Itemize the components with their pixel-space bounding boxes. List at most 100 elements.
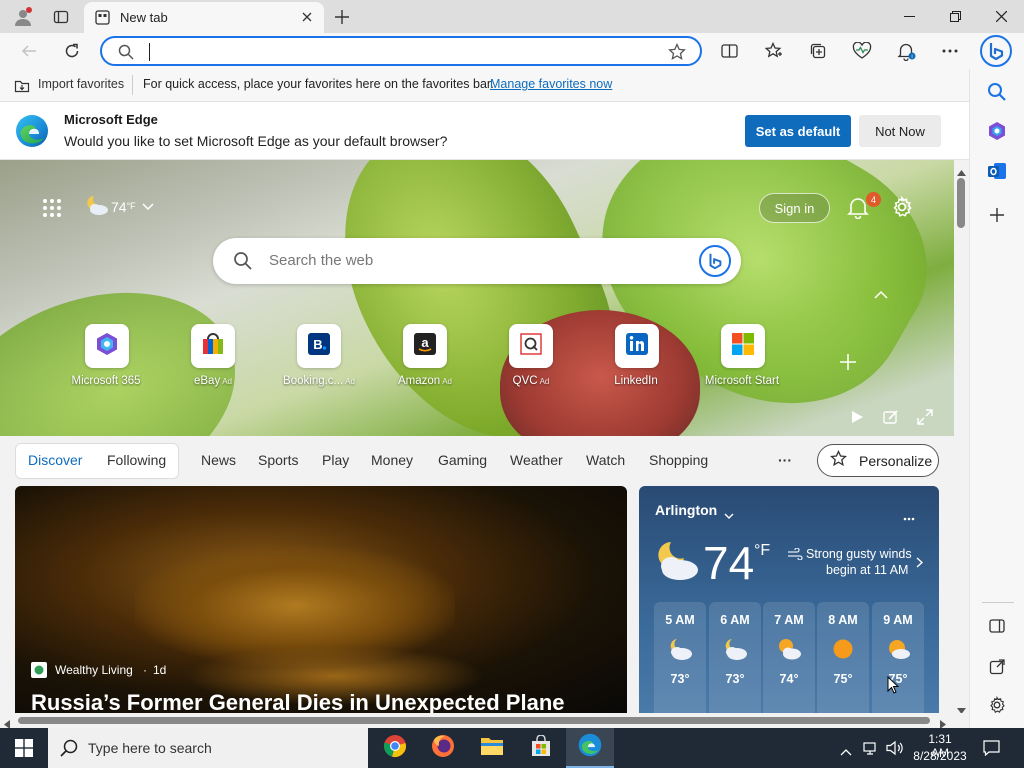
web-search-box[interactable]: Search the web [213,238,741,284]
import-favorites-button[interactable]: Import favorites [38,77,124,91]
refresh-button[interactable] [57,36,87,66]
minimize-button[interactable] [886,0,932,33]
collapse-icon[interactable] [874,286,888,304]
more-options-icon[interactable] [935,36,965,66]
apps-launcher-icon[interactable] [42,198,62,223]
bing-chat-icon[interactable] [699,245,731,277]
tab-gaming[interactable]: Gaming [438,452,487,468]
profile-icon[interactable] [10,4,36,30]
quicklink-microsoft-start[interactable]: Microsoft Start [698,324,788,387]
action-center-icon[interactable] [983,740,1000,761]
tab-weather[interactable]: Weather [510,452,563,468]
tab-actions-icon[interactable] [48,4,74,30]
vertical-scrollbar[interactable] [954,160,969,714]
sign-in-button[interactable]: Sign in [759,193,830,223]
windows-taskbar: Type here to search 1:31 AM 8/28/2023 [0,728,1024,768]
set-as-default-button[interactable]: Set as default [745,115,851,147]
quicklink-amazon[interactable]: a Amazon Ad [380,324,470,387]
tab-following[interactable]: Following [107,452,166,468]
tab-news[interactable]: News [201,452,236,468]
network-icon[interactable] [863,740,879,761]
quicklink-ebay[interactable]: eBay Ad [168,324,258,387]
new-tab-page: 74 °F Sign in 4 Search the web Microsoft… [0,160,954,713]
tab-shopping[interactable]: Shopping [649,452,708,468]
copilot-button[interactable] [980,35,1012,67]
tab-sports[interactable]: Sports [258,452,298,468]
sidebar-outlook-icon[interactable] [987,161,1007,186]
hide-sidebar-icon[interactable] [989,619,1005,638]
article-card[interactable]: Wealthy Living · 1d Russia’s Former Gene… [15,486,627,713]
not-now-button[interactable]: Not Now [859,115,941,147]
quicklink-booking[interactable]: B Booking.c... Ad [274,324,364,387]
partly-cloudy-sun-icon [763,637,815,664]
back-button[interactable] [14,36,44,66]
firefox-app[interactable] [419,728,467,768]
play-icon[interactable] [851,410,864,429]
horizontal-scroll-thumb[interactable] [18,717,930,724]
tab-new-tab[interactable]: New tab [84,2,324,33]
weather-widget[interactable]: 74 °F [84,194,154,220]
restore-button[interactable] [932,0,978,33]
file-explorer-app[interactable] [468,728,516,768]
web-search-input[interactable]: Search the web [269,252,373,269]
article-headline[interactable]: Russia’s Former General Dies in Unexpect… [31,690,565,713]
tab-money[interactable]: Money [371,452,413,468]
ad-tag: Ad [345,377,355,386]
hourly-forecast-item[interactable]: 6 AM 73° [709,602,761,713]
hourly-forecast-item[interactable]: 5 AM 73° [654,602,706,713]
show-hidden-icons[interactable] [840,743,852,761]
sidebar-add-icon[interactable] [989,207,1005,228]
browser-essentials-icon[interactable] [847,36,877,66]
quicklink-linkedin[interactable]: LinkedIn [592,324,682,387]
linkedin-logo-icon [624,331,650,362]
tab-discover[interactable]: Discover [28,452,82,468]
start-button[interactable] [0,728,48,768]
hourly-forecast-item[interactable]: 8 AM 75° [817,602,869,713]
weather-card[interactable]: Arlington 74 °F Strong gusty winds begin… [639,486,939,713]
taskbar-search[interactable]: Type here to search [48,728,368,768]
hourly-forecast-item[interactable]: 7 AM 74° [763,602,815,713]
card-more-icon[interactable] [903,508,915,526]
close-window-button[interactable] [978,0,1024,33]
manage-favorites-link[interactable]: Manage favorites now [490,77,612,91]
vertical-scroll-thumb[interactable] [957,178,965,228]
quicklink-qvc[interactable]: QVC Ad [486,324,576,387]
feed-more-button[interactable]: ··· [778,452,792,468]
favorite-star-icon[interactable] [668,42,686,66]
weather-location[interactable]: Arlington [655,502,717,518]
taskbar-search-input[interactable]: Type here to search [88,740,212,756]
edge-logo-icon [15,114,49,153]
add-quicklink-icon[interactable] [839,353,857,376]
tab-watch[interactable]: Watch [586,452,625,468]
collections-icon[interactable] [803,36,833,66]
favorites-icon[interactable] [759,36,789,66]
article-source: Wealthy Living [55,663,133,677]
image-info-icon[interactable] [883,409,899,430]
sidebar-search-icon[interactable] [987,82,1007,107]
tile-label: Microsoft Start [704,375,780,387]
personalize-button[interactable]: Personalize [817,444,939,477]
chevron-down-icon[interactable] [724,507,734,525]
address-input[interactable] [149,43,152,61]
clock-date[interactable]: 8/28/2023 [910,749,970,763]
notifications-icon[interactable]: i [891,36,921,66]
chevron-right-icon[interactable] [916,555,924,573]
sidebar-settings-icon[interactable] [988,695,1006,719]
address-bar[interactable] [100,36,702,66]
sun-icon [817,637,869,664]
volume-icon[interactable] [886,740,904,761]
close-tab-icon[interactable] [298,8,316,26]
split-screen-icon[interactable] [714,36,744,66]
open-external-icon[interactable] [989,659,1005,680]
quicklink-microsoft-365[interactable]: Microsoft 365 [62,324,152,387]
expand-icon[interactable] [917,409,933,430]
sidebar-office-icon[interactable] [987,121,1007,146]
new-tab-button[interactable] [330,5,354,29]
microsoft-store-app[interactable] [517,728,565,768]
page-settings-icon[interactable] [891,195,913,223]
partly-cloudy-night-icon [709,637,761,664]
edge-app-active[interactable] [566,728,614,768]
tab-play[interactable]: Play [322,452,349,468]
chrome-app[interactable] [371,728,419,768]
horizontal-scrollbar[interactable] [0,713,969,729]
